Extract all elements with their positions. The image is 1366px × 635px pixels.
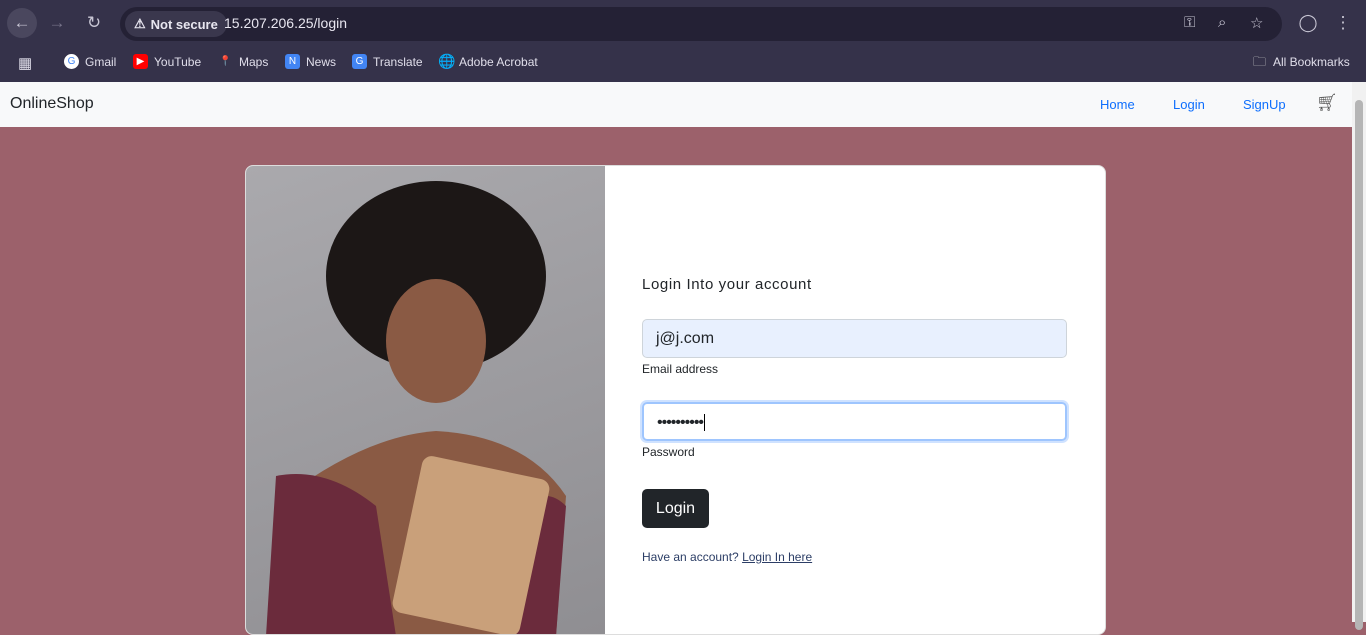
bookmark-translate[interactable]: G Translate <box>352 54 423 69</box>
nav-home[interactable]: Home <box>1100 97 1135 112</box>
reload-button[interactable]: ↻ <box>79 8 109 38</box>
star-icon[interactable]: ☆ <box>1250 14 1263 32</box>
bookmark-maps[interactable]: 📍 Maps <box>218 54 268 69</box>
nav-login[interactable]: Login <box>1173 97 1205 112</box>
bookmark-youtube[interactable]: ▶ YouTube <box>133 54 201 69</box>
address-bar[interactable]: ⚠ Not secure 15.207.206.25/login ⚿ ⌕ ☆ <box>120 7 1282 41</box>
login-button[interactable]: Login <box>642 489 709 528</box>
bookmark-news[interactable]: N News <box>285 54 336 69</box>
cart-icon[interactable]: 🛒︎ <box>1316 93 1338 113</box>
woman-with-tablet-image <box>246 166 605 634</box>
form-title: Login Into your account <box>642 276 812 293</box>
warning-icon: ⚠ <box>134 16 146 31</box>
scrollbar[interactable] <box>1352 82 1366 630</box>
browser-toolbar: ← → ↻ ⚠ Not secure 15.207.206.25/login ⚿ … <box>0 0 1366 46</box>
bookmarks-bar: ▦ G Gmail ▶ YouTube 📍 Maps N News G Translate… <box>0 46 1366 82</box>
site-navbar: OnlineShop Home Login SignUp 🛒︎ <box>0 82 1352 127</box>
menu-icon[interactable]: ⋮ <box>1328 8 1358 38</box>
signup-prompt: Have an account? Login In here <box>642 550 813 564</box>
photo-illustration <box>266 181 566 634</box>
apps-icon[interactable]: ▦ <box>18 54 32 72</box>
login-card: Login Into your account j@j.com Email ad… <box>245 165 1106 635</box>
password-input[interactable]: •••••••••• <box>642 402 1067 441</box>
all-bookmarks[interactable]: 🗀 All Bookmarks <box>1252 54 1350 69</box>
email-input[interactable]: j@j.com <box>642 319 1067 358</box>
bookmark-gmail[interactable]: G Gmail <box>64 54 116 69</box>
profile-icon[interactable]: ◯ <box>1293 8 1323 38</box>
key-icon[interactable]: ⚿ <box>1184 14 1195 31</box>
url-text[interactable]: 15.207.206.25/login <box>224 15 347 31</box>
scrollbar-thumb[interactable] <box>1355 100 1363 630</box>
back-button[interactable]: ← <box>7 8 37 38</box>
zoom-icon[interactable]: ⌕ <box>1218 14 1226 31</box>
forward-button[interactable]: → <box>42 8 72 38</box>
security-chip[interactable]: ⚠ Not secure <box>125 11 227 37</box>
nav-signup[interactable]: SignUp <box>1243 97 1286 112</box>
bookmark-adobe-acrobat[interactable]: 🌐 Adobe Acrobat <box>438 54 538 69</box>
password-label: Password <box>642 445 695 459</box>
login-here-link[interactable]: Login In here <box>742 550 812 564</box>
brand-logo[interactable]: OnlineShop <box>10 95 94 113</box>
email-label: Email address <box>642 362 719 376</box>
